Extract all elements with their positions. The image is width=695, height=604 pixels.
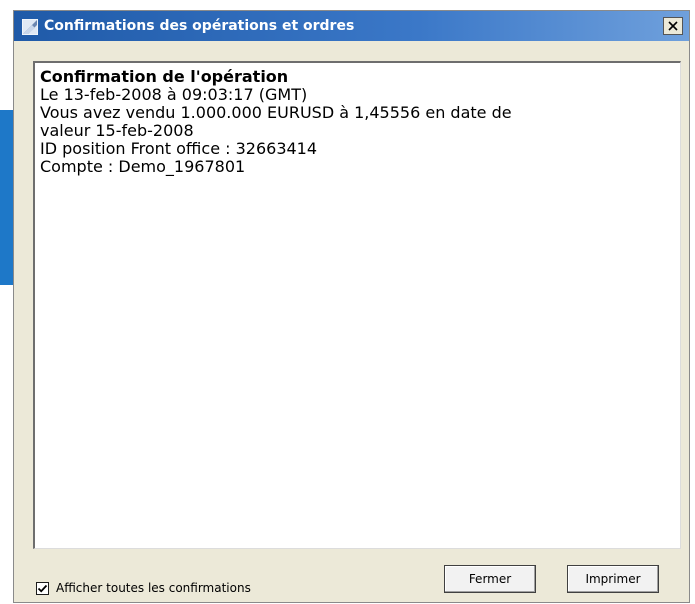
confirmation-account-line: Compte : Demo_1967801 — [40, 157, 246, 176]
dialog-title: Confirmations des opérations et ordres — [44, 18, 355, 34]
confirmation-text-area[interactable]: Confirmation de l'opération Le 13-feb-20… — [33, 61, 681, 549]
confirmation-heading: Confirmation de l'opération — [40, 67, 289, 86]
background-accent-bar — [0, 110, 13, 285]
app-logo-icon — [21, 18, 39, 36]
close-button[interactable] — [663, 17, 683, 35]
show-all-confirmations-label[interactable]: Afficher toutes les confirmations — [56, 581, 251, 595]
confirmations-dialog: Confirmations des opérations et ordres C… — [13, 10, 690, 603]
confirmation-trade-line: Vous avez vendu 1.000.000 EURUSD à 1,455… — [40, 103, 512, 122]
dialog-footer: Afficher toutes les confirmations Fermer… — [14, 559, 689, 599]
confirmation-value-date-line: valeur 15-feb-2008 — [40, 121, 194, 140]
checkmark-icon — [37, 579, 48, 598]
close-icon — [664, 18, 682, 34]
print-button[interactable]: Imprimer — [567, 565, 659, 593]
show-all-confirmations-checkbox[interactable] — [36, 579, 49, 598]
close-dialog-button[interactable]: Fermer — [444, 565, 536, 593]
confirmation-date-line: Le 13-feb-2008 à 09:03:17 (GMT) — [40, 85, 308, 104]
title-bar[interactable]: Confirmations des opérations et ordres — [14, 11, 689, 41]
confirmation-position-id-line: ID position Front office : 32663414 — [40, 139, 318, 158]
show-all-confirmations-toggle[interactable]: Afficher toutes les confirmations — [36, 581, 251, 595]
